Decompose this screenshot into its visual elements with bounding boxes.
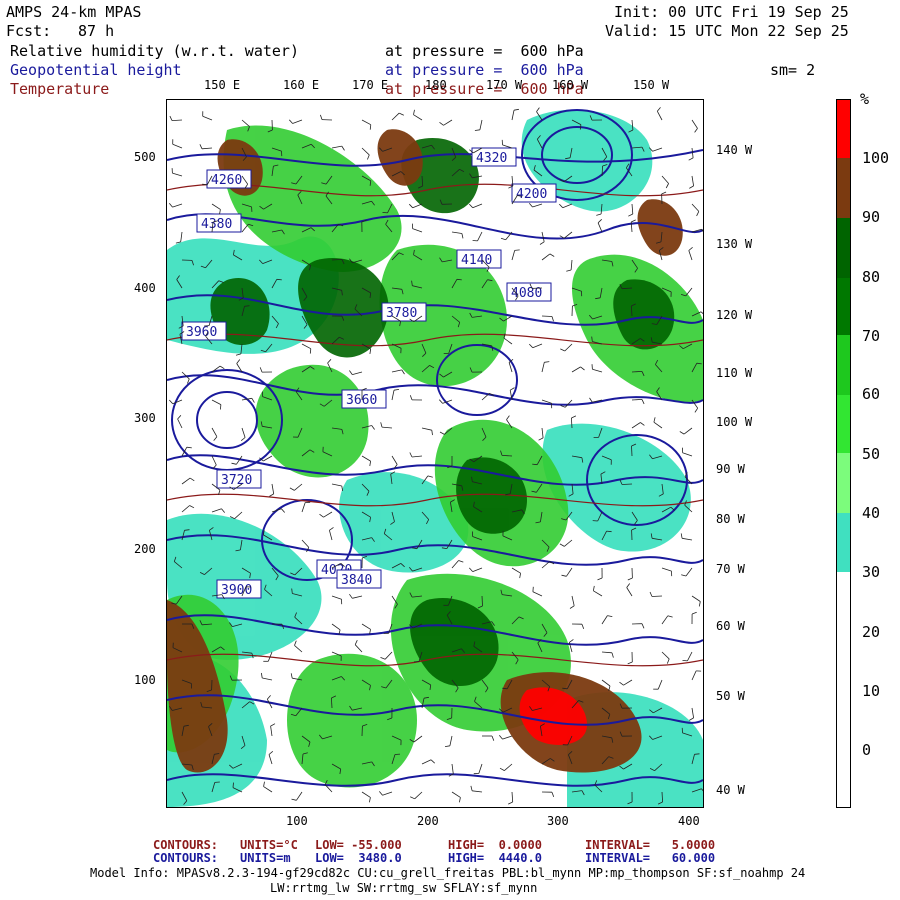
model-info: Model Info: MPASv8.2.3-194-gf29cd82c CU:… [90,866,806,880]
height-label: 4320 [476,151,507,166]
temp-contour-interval: INTERVAL= 5.0000 [585,838,716,852]
model-title: AMPS 24-km MPAS [6,3,142,21]
x-tick-label: 100 [286,814,308,828]
forecast-label: Fcst: [6,22,52,40]
colorbar-swatch [837,513,850,572]
map-panel: 4320 4260 4200 4380 4140 4080 4020 3960 … [166,99,704,808]
height-contour-units: UNITS=m [240,851,291,865]
height-label: 4200 [516,187,547,202]
y-tick-label: 300 [134,411,156,425]
colorbar-unit: % [860,90,870,108]
field-height-level: at pressure = 600 hPa [385,61,584,79]
wind-barb-flag [220,404,222,410]
y-tick-label: 500 [134,150,156,164]
wind-barb-flag [382,212,388,214]
wind-barb-flag [682,660,688,662]
lon-label-top: 170 W [486,78,523,92]
colorbar-label: 20 [862,623,881,641]
colorbar-swatch [837,395,850,453]
temp-contour-units: UNITS=°C [240,838,298,852]
height-label: 3720 [221,473,252,488]
height-label: 4380 [201,217,232,232]
height-label: 3780 [386,306,417,321]
lon-label-right: 100 W [716,415,753,429]
height-contour-low: LOW= 3480.0 [315,851,402,865]
lon-label-top: 150 E [204,78,241,92]
height-label: 3840 [341,573,372,588]
y-tick-label: 100 [134,673,156,687]
colorbar-label: 10 [862,682,881,700]
wind-barb [631,445,633,457]
forecast-hour: 87 h [78,22,115,40]
colorbar-swatch [837,100,850,158]
init-time: Init: 00 UTC Fri 19 Sep 25 [614,3,849,21]
lon-label-right: 120 W [716,308,753,322]
wind-barb [621,483,633,485]
lon-label-right: 90 W [716,462,745,476]
y-tick-label: 400 [134,281,156,295]
smoothing-label: sm= 2 [770,61,816,79]
lon-label-right: 130 W [716,237,753,251]
model-info-line2: LW:rrtmg_lw SW:rrtmg_sw SFLAY:sf_mynn [270,881,538,895]
lon-label-top: 160 W [552,78,589,92]
wind-barb [541,315,553,317]
colorbar-swatch [837,218,850,278]
lon-label-right: 80 W [716,512,745,526]
x-tick-label: 300 [547,814,569,828]
height-label: 4260 [211,173,242,188]
colorbar-label: 100 [862,149,890,167]
valid-time: Valid: 15 UTC Mon 22 Sep 25 [605,22,849,40]
wind-barb-flag [694,753,700,755]
colorbar-label: 60 [862,385,881,403]
temp-contour-high: HIGH= 0.0000 [448,838,542,852]
field-rh-level: at pressure = 600 hPa [385,42,584,60]
wind-barb [651,595,663,597]
field-temp-name: Temperature [10,80,110,98]
wind-barb-flag [309,348,312,354]
colorbar-swatch [837,572,850,807]
colorbar-swatch [837,158,850,218]
lon-label-top: 180 [425,78,447,92]
lon-label-right: 60 W [716,619,745,633]
colorbar-label: 80 [862,268,881,286]
height-label: 3960 [186,325,217,340]
lon-label-right: 50 W [716,689,745,703]
colorbar-label: 40 [862,504,881,522]
height-contour-high: HIGH= 4440.0 [448,851,542,865]
lon-label-right: 110 W [716,366,753,380]
colorbar-swatch [837,453,850,513]
colorbar-swatch [837,335,850,395]
x-tick-label: 400 [678,814,700,828]
wind-barb-flag [232,782,234,788]
map-field-svg: 4320 4260 4200 4380 4140 4080 4020 3960 … [167,100,703,807]
wind-barb [481,595,483,607]
lon-label-top: 160 E [283,78,320,92]
lon-label-top: 150 W [633,78,670,92]
x-tick-label: 200 [417,814,439,828]
y-tick-label: 200 [134,542,156,556]
temp-contour-label: CONTOURS: [153,838,219,852]
colorbar [836,99,851,808]
wind-barb-flag [514,249,520,251]
height-contour-label: CONTOURS: [153,851,219,865]
colorbar-swatch [837,278,850,335]
temp-contour-low: LOW= -55.000 [315,838,402,852]
height-label: 3900 [221,583,252,598]
field-height-name: Geopotential height [10,61,182,79]
colorbar-label: 30 [862,563,881,581]
lon-label-right: 140 W [716,143,753,157]
lon-label-right: 40 W [716,783,745,797]
colorbar-label: 90 [862,208,881,226]
colorbar-label: 0 [862,741,872,759]
lon-label-right: 70 W [716,562,745,576]
height-contour-interval: INTERVAL= 60.000 [585,851,716,865]
lon-label-top: 170 E [352,78,389,92]
colorbar-label: 50 [862,445,881,463]
field-rh-name: Relative humidity (w.r.t. water) [10,42,299,60]
colorbar-label: 70 [862,327,881,345]
